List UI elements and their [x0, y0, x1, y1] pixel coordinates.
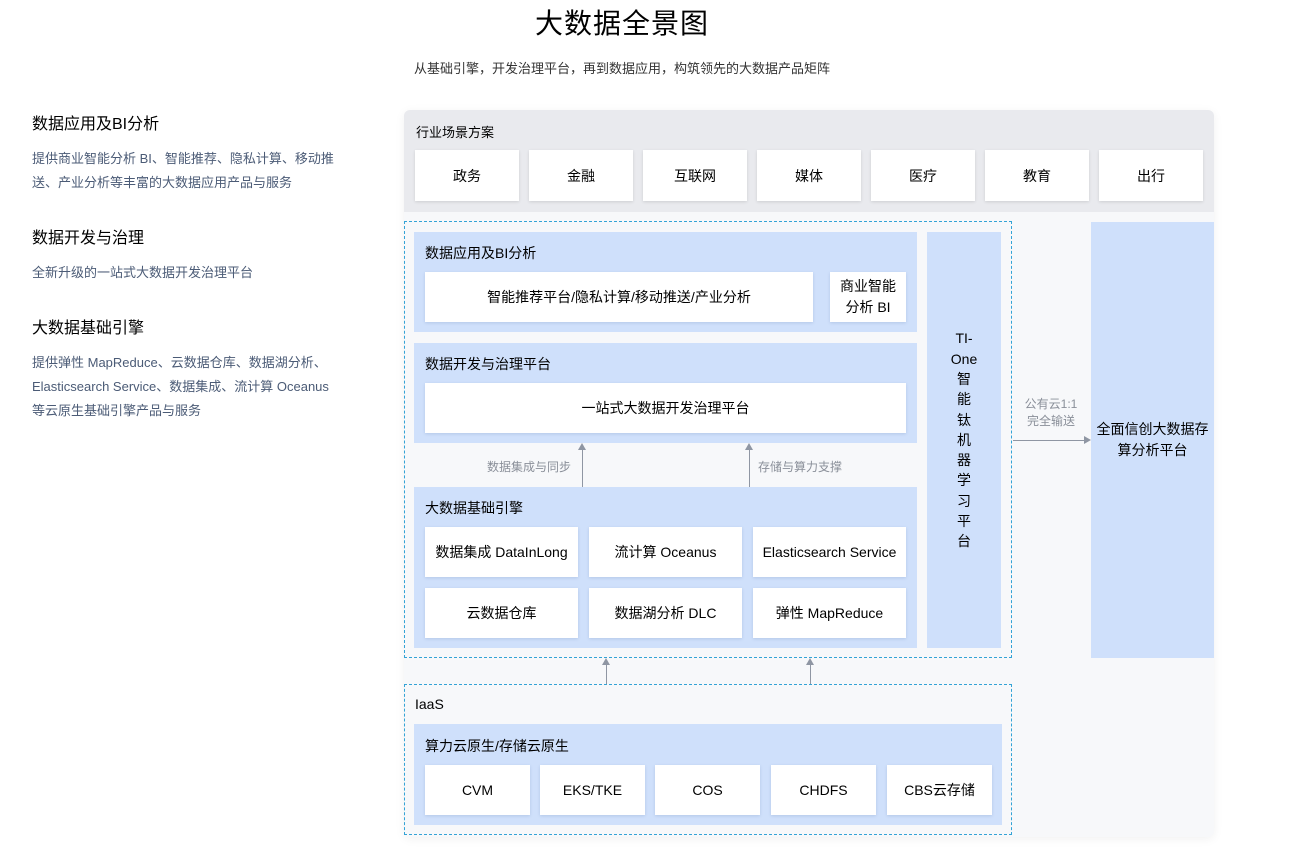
bi-box-line2: 分析 BI [845, 299, 891, 315]
tione-char: 器 [957, 452, 971, 469]
left-heading-dev: 数据开发与治理 [32, 230, 145, 247]
iaas-item-cos[interactable]: COS [655, 765, 760, 815]
left-desc-bi-line1: 提供商业智能分析 BI、智能推荐、隐私计算、移动推 [32, 151, 334, 166]
left-desc-engine-line2: Elasticsearch Service、数据集成、流计算 Oceanus [32, 379, 329, 394]
cloud-native-section: 算力云原生/存储云原生 CVM EKS/TKE COS CHDFS CBS云存储 [414, 724, 1002, 825]
bi-apps-box[interactable]: 智能推荐平台/隐私计算/移动推送/产业分析 [425, 272, 813, 322]
page-subtitle: 从基础引擎，开发治理平台，再到数据应用，构筑领先的大数据产品矩阵 [413, 61, 830, 76]
right-platform-line2: 算分析平台 [1117, 442, 1188, 458]
one-stop-dev-platform-box[interactable]: 一站式大数据开发治理平台 [425, 383, 906, 433]
engine-section-label: 大数据基础引擎 [425, 500, 523, 516]
iaas-item-eks-tke[interactable]: EKS/TKE [540, 765, 645, 815]
tione-ml-platform[interactable]: TI- One 智 能 钛 机 器 学 习 平 台 [927, 232, 1001, 648]
left-section-bi: 数据应用及BI分析 提供商业智能分析 BI、智能推荐、隐私计算、移动推 送、产业… [32, 110, 334, 195]
transfer-arrow-line [1013, 440, 1085, 441]
iaas-item-cvm[interactable]: CVM [425, 765, 530, 815]
arrow-up-icon [745, 443, 753, 450]
arrow-label-storage: 存储与算力支撑 [758, 460, 843, 474]
tione-char: 习 [957, 492, 971, 509]
engine-item-dlc[interactable]: 数据湖分析 DLC [589, 588, 742, 638]
dev-section-label: 数据开发与治理平台 [425, 356, 551, 372]
page-title: 大数据全景图 [534, 8, 709, 39]
right-platform-line1: 全面信创大数据存 [1096, 421, 1209, 437]
left-section-dev: 数据开发与治理 全新升级的一站式大数据开发治理平台 [32, 224, 253, 285]
left-section-engine: 大数据基础引擎 提供弹性 MapReduce、云数据仓库、数据湖分析、 Elas… [32, 314, 372, 423]
industry-item-media[interactable]: 媒体 [757, 150, 861, 201]
industry-item-transport[interactable]: 出行 [1099, 150, 1203, 201]
industry-label: 行业场景方案 [416, 125, 495, 140]
tione-char: 机 [957, 431, 971, 448]
arrow-line-storage [749, 449, 750, 487]
tione-char: 平 [957, 513, 971, 530]
transfer-note-line2: 完全输送 [1026, 414, 1075, 428]
arrow-up-icon [578, 443, 586, 450]
engine-item-emr[interactable]: 弹性 MapReduce [753, 588, 906, 638]
transfer-note-line1: 公有云1:1 [1024, 397, 1078, 411]
bi-section-label: 数据应用及BI分析 [425, 245, 537, 261]
tione-char: 钛 [957, 411, 971, 428]
engine-item-oceanus[interactable]: 流计算 Oceanus [589, 527, 742, 577]
industry-item-education[interactable]: 教育 [985, 150, 1089, 201]
iaas-item-cbs[interactable]: CBS云存储 [887, 765, 992, 815]
iaas-label: IaaS [415, 696, 444, 712]
tione-char: 能 [957, 391, 971, 408]
iaas-arrow-line-left [606, 664, 607, 684]
bigdata-engine-section: 大数据基础引擎 数据集成 DataInLong 流计算 Oceanus Elas… [414, 487, 917, 648]
bi-analysis-section: 数据应用及BI分析 智能推荐平台/隐私计算/移动推送/产业分析 商业智能 分析 … [414, 232, 917, 332]
industry-item-government[interactable]: 政务 [415, 150, 519, 201]
left-heading-bi: 数据应用及BI分析 [32, 116, 160, 133]
transfer-note: 公有云1:1 完全输送 [1014, 396, 1088, 430]
tione-char: One [950, 350, 978, 367]
tione-char: 智 [957, 370, 971, 387]
arrow-right-icon [1084, 436, 1091, 444]
arrow-label-integration: 数据集成与同步 [487, 460, 572, 474]
engine-item-elasticsearch[interactable]: Elasticsearch Service [753, 527, 906, 577]
bi-box-line1: 商业智能 [840, 278, 896, 294]
left-desc-bi: 提供商业智能分析 BI、智能推荐、隐私计算、移动推 送、产业分析等丰富的大数据应… [32, 147, 334, 195]
left-desc-bi-line2: 送、产业分析等丰富的大数据应用产品与服务 [32, 175, 293, 190]
left-desc-dev: 全新升级的一站式大数据开发治理平台 [32, 261, 253, 285]
tione-char: 学 [957, 472, 971, 489]
left-desc-engine-line1: 提供弹性 MapReduce、云数据仓库、数据湖分析、 [32, 355, 327, 370]
arrow-line-integration [582, 449, 583, 487]
iaas-item-chdfs[interactable]: CHDFS [771, 765, 876, 815]
iaas-arrow-line-right [810, 664, 811, 684]
industry-solutions: 行业场景方案 政务 金融 互联网 媒体 医疗 教育 出行 [404, 110, 1214, 212]
dev-governance-section: 数据开发与治理平台 一站式大数据开发治理平台 [414, 343, 917, 443]
industry-item-finance[interactable]: 金融 [529, 150, 633, 201]
industry-item-internet[interactable]: 互联网 [643, 150, 747, 201]
left-desc-engine-line3: 等云原生基础引擎产品与服务 [32, 403, 202, 418]
business-intelligence-box[interactable]: 商业智能 分析 BI [830, 272, 906, 322]
engine-item-datainlong[interactable]: 数据集成 DataInLong [425, 527, 578, 577]
tione-char: TI- [955, 330, 973, 347]
arrow-up-icon [602, 658, 610, 665]
left-heading-engine: 大数据基础引擎 [32, 320, 145, 337]
engine-item-cdw[interactable]: 云数据仓库 [425, 588, 578, 638]
industry-item-healthcare[interactable]: 医疗 [871, 150, 975, 201]
xinchuang-bigdata-platform[interactable]: 全面信创大数据存 算分析平台 [1091, 222, 1214, 658]
tione-char: 台 [957, 533, 971, 550]
left-desc-engine: 提供弹性 MapReduce、云数据仓库、数据湖分析、 Elasticsearc… [32, 351, 372, 423]
left-desc-dev-line1: 全新升级的一站式大数据开发治理平台 [32, 265, 254, 280]
arrow-up-icon [806, 658, 814, 665]
cloud-native-label: 算力云原生/存储云原生 [425, 738, 569, 754]
